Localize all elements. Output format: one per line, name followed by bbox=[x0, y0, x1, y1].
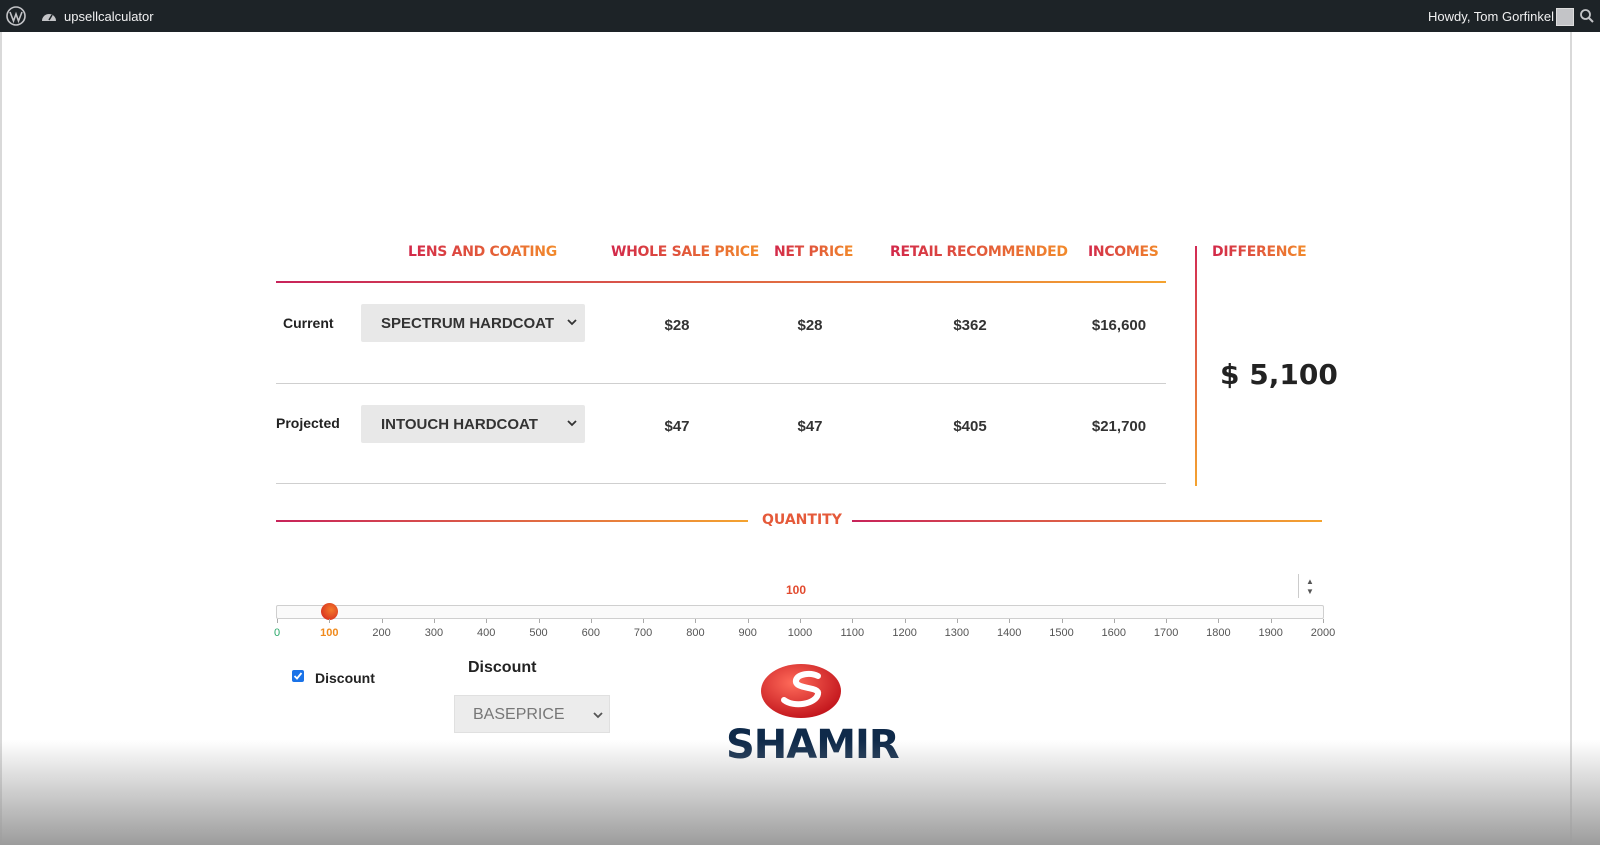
quantity-stepper[interactable]: ▲ ▼ bbox=[1298, 574, 1321, 598]
slider-tick-mark bbox=[852, 619, 854, 623]
slider-tick-label: 1100 bbox=[840, 627, 865, 639]
slider-tick-mark bbox=[695, 619, 697, 623]
current-wholesale: $28 bbox=[664, 317, 690, 334]
bottom-fade-overlay bbox=[0, 740, 1600, 845]
quantity-value: 100 bbox=[786, 583, 807, 597]
slider-tick-mark bbox=[433, 619, 435, 623]
slider-tick-label: 200 bbox=[372, 627, 391, 639]
projected-wholesale: $47 bbox=[664, 418, 690, 435]
discount-selected-value: BASEPRICE bbox=[473, 706, 565, 723]
slider-tick-label: 300 bbox=[424, 627, 444, 639]
slider-tick-mark bbox=[590, 619, 592, 623]
table-bottom-divider bbox=[276, 483, 1166, 484]
discount-select[interactable]: BASEPRICE bbox=[454, 695, 610, 733]
discount-title: Discount bbox=[468, 659, 537, 676]
slider-tick-label: 1900 bbox=[1258, 627, 1283, 639]
slider-tick-mark bbox=[277, 619, 278, 623]
slider-tick-label: 1600 bbox=[1101, 627, 1127, 639]
slider-tick-mark bbox=[1113, 619, 1115, 623]
slider-tick-label: 0 bbox=[273, 627, 281, 639]
slider-tick-label: 1500 bbox=[1049, 627, 1074, 639]
current-incomes: $16,600 bbox=[1091, 317, 1147, 334]
slider-tick-label: 1000 bbox=[787, 627, 813, 639]
chevron-down-icon bbox=[567, 319, 577, 326]
admin-bar: upsellcalculator Howdy, Tom Gorfinkel bbox=[0, 0, 1600, 32]
slider-tick-mark bbox=[1323, 619, 1324, 623]
projected-incomes: $21,700 bbox=[1091, 418, 1147, 435]
slider-tick-mark bbox=[1218, 619, 1220, 623]
quantity-divider-right bbox=[852, 520, 1322, 522]
slider-tick-mark bbox=[1270, 619, 1272, 623]
quantity-divider-left bbox=[276, 520, 748, 522]
search-icon[interactable] bbox=[1578, 7, 1596, 25]
slider-tick-mark bbox=[904, 619, 906, 623]
slider-tick-label: 800 bbox=[686, 627, 705, 639]
row-label-current: Current bbox=[283, 315, 334, 331]
slider-tick-label: 2000 bbox=[1310, 627, 1336, 639]
difference-value: $ 5,100 bbox=[1220, 358, 1338, 391]
current-retail: $362 bbox=[953, 317, 987, 334]
slider-tick-label: 1200 bbox=[892, 627, 917, 639]
frame-border-left bbox=[0, 32, 2, 845]
header-retail-recommended: RETAIL RECOMMENDED bbox=[890, 244, 1068, 260]
stepper-down-icon[interactable]: ▼ bbox=[1306, 587, 1314, 596]
slider-tick-label: 1700 bbox=[1153, 627, 1179, 639]
user-greeting[interactable]: Howdy, Tom Gorfinkel bbox=[1428, 9, 1554, 24]
slider-tick-mark bbox=[1009, 619, 1011, 623]
projected-net: $47 bbox=[797, 418, 823, 435]
slider-tick-label: 400 bbox=[477, 627, 496, 639]
row-divider bbox=[276, 383, 1166, 384]
slider-tick-mark bbox=[329, 619, 331, 623]
header-difference: DIFFERENCE bbox=[1212, 244, 1307, 260]
quantity-title: QUANTITY bbox=[762, 512, 842, 528]
checkmark-icon bbox=[293, 672, 303, 680]
difference-divider bbox=[1195, 246, 1197, 486]
current-net: $28 bbox=[797, 317, 823, 334]
slider-tick-mark bbox=[1061, 619, 1063, 623]
discount-checkbox-label[interactable]: Discount bbox=[315, 670, 375, 686]
projected-retail: $405 bbox=[953, 418, 987, 435]
slider-tick-label: 100 bbox=[320, 627, 339, 639]
slider-tick-label: 600 bbox=[581, 627, 600, 639]
slider-tick-label: 1400 bbox=[996, 627, 1022, 639]
discount-checkbox[interactable] bbox=[292, 670, 304, 682]
slider-tick-mark bbox=[1166, 619, 1168, 623]
wordpress-logo-icon[interactable] bbox=[6, 6, 26, 26]
header-wholesale-price: WHOLE SALE PRICE bbox=[611, 244, 759, 260]
slider-tick-mark bbox=[643, 619, 645, 623]
quantity-slider-track[interactable] bbox=[276, 605, 1324, 619]
current-lens-select[interactable]: SPECTRUM HARDCOAT bbox=[361, 304, 585, 342]
slider-tick-mark bbox=[747, 619, 749, 623]
header-lens-coating: LENS AND COATING bbox=[408, 244, 557, 260]
dashboard-icon bbox=[42, 14, 56, 21]
projected-lens-value: INTOUCH HARDCOAT bbox=[381, 416, 538, 433]
slider-tick-mark bbox=[956, 619, 958, 623]
slider-tick-mark bbox=[538, 619, 540, 623]
slider-tick-mark bbox=[381, 619, 383, 623]
stepper-up-icon[interactable]: ▲ bbox=[1306, 577, 1314, 586]
chevron-down-icon bbox=[593, 712, 603, 719]
chevron-down-icon bbox=[567, 420, 577, 427]
projected-lens-select[interactable]: INTOUCH HARDCOAT bbox=[361, 405, 585, 443]
row-label-projected: Projected bbox=[276, 415, 340, 431]
site-name: upsellcalculator bbox=[64, 8, 154, 24]
slider-tick-label: 700 bbox=[633, 627, 653, 639]
slider-tick-mark bbox=[486, 619, 488, 623]
slider-tick-label: 900 bbox=[738, 627, 757, 639]
slider-tick-mark bbox=[800, 619, 801, 623]
avatar[interactable] bbox=[1556, 8, 1574, 26]
header-net-price: NET PRICE bbox=[774, 244, 854, 260]
header-divider bbox=[276, 281, 1166, 283]
slider-tick-label: 500 bbox=[529, 627, 548, 639]
slider-tick-label: 1300 bbox=[944, 627, 970, 639]
current-lens-value: SPECTRUM HARDCOAT bbox=[381, 315, 555, 332]
site-link[interactable]: upsellcalculator bbox=[40, 8, 154, 24]
slider-tick-label: 1800 bbox=[1206, 627, 1231, 639]
header-incomes: INCOMES bbox=[1088, 244, 1159, 260]
frame-border-right bbox=[1570, 32, 1572, 845]
